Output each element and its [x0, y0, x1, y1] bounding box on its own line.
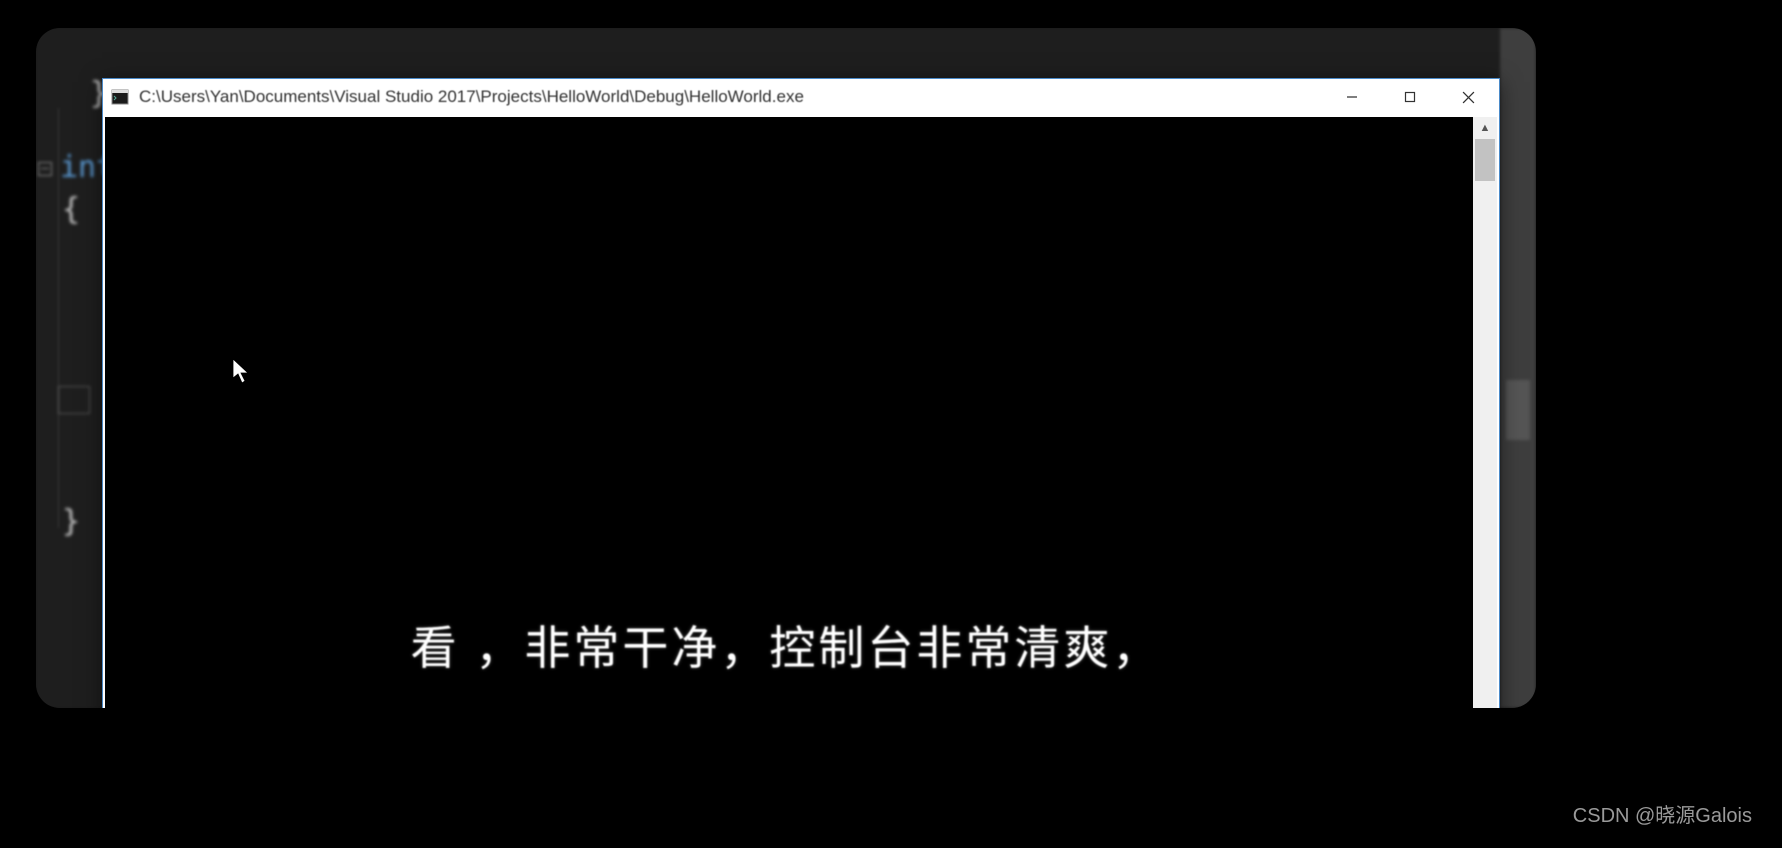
console-app-icon: [111, 88, 129, 106]
maximize-button[interactable]: [1381, 79, 1439, 115]
screenshot-frame: }; int { } C:\Users\Yan\Documents\Visual…: [36, 28, 1536, 708]
console-scrollbar[interactable]: ▲: [1473, 117, 1497, 708]
window-controls: [1323, 79, 1497, 115]
console-titlebar[interactable]: C:\Users\Yan\Documents\Visual Studio 201…: [103, 79, 1499, 115]
video-subtitle: 看 ，非常干净，控制台非常清爽，: [411, 612, 1162, 678]
csdn-watermark: CSDN @晓源Galois: [1573, 799, 1752, 828]
console-title: C:\Users\Yan\Documents\Visual Studio 201…: [139, 87, 1323, 107]
editor-scrollbar[interactable]: [1500, 28, 1536, 708]
console-scrollbar-thumb[interactable]: [1475, 139, 1495, 181]
code-brace-open: {: [62, 192, 80, 227]
scroll-up-arrow-icon[interactable]: ▲: [1473, 117, 1497, 139]
minimize-button[interactable]: [1323, 79, 1381, 115]
code-fold-toggle[interactable]: [38, 162, 52, 176]
code-brace-close: }: [62, 504, 80, 539]
indent-guide: [58, 108, 59, 528]
editor-scrollbar-thumb[interactable]: [1506, 380, 1530, 440]
editor-cursor-line: [58, 386, 90, 414]
close-button[interactable]: [1439, 79, 1497, 115]
